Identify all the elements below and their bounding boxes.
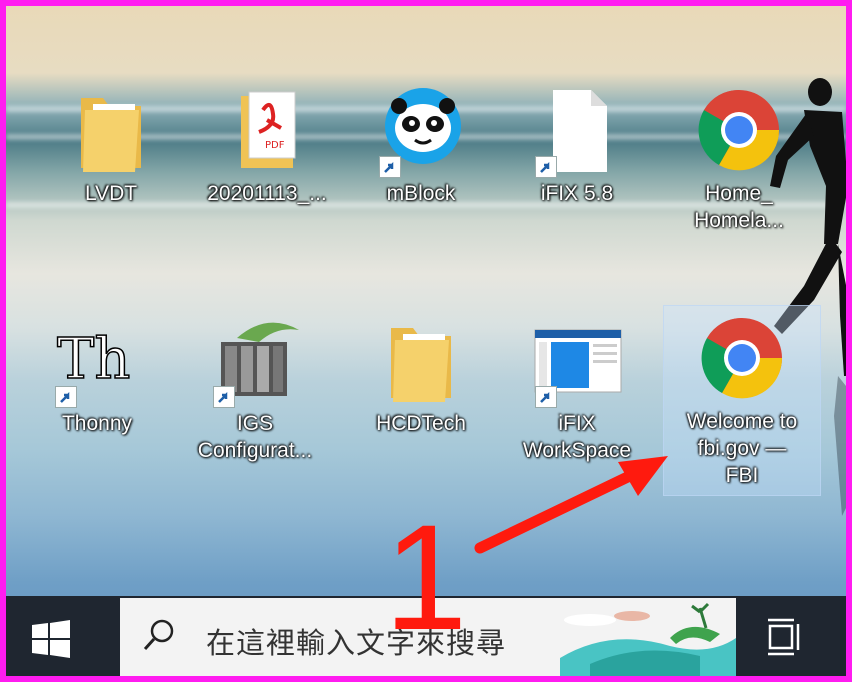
- desktop-icon-label: Home_ Homela...: [694, 182, 784, 232]
- desktop-icon-label: mBlock: [386, 182, 456, 205]
- desktop-icon[interactable]: PDF 20201113_...: [202, 82, 332, 209]
- desktop-icon[interactable]: LVDT: [46, 82, 176, 209]
- chrome-icon: [694, 310, 790, 406]
- mblock-icon: [373, 82, 469, 178]
- desktop-icon[interactable]: Welcome to fbi.gov — FBI: [663, 305, 821, 496]
- thonny-icon: Th: [49, 312, 145, 408]
- desktop-icon[interactable]: iFIX WorkSpace: [512, 312, 642, 466]
- svg-text:PDF: PDF: [265, 140, 285, 151]
- desktop-icon[interactable]: Th Thonny: [32, 312, 162, 439]
- chrome-icon: [691, 82, 787, 178]
- desktop-icon-label: iFIX WorkSpace: [522, 412, 632, 462]
- desktop-icon[interactable]: Home_ Homela...: [674, 82, 804, 236]
- desktop-icon-label: iFIX 5.8: [540, 182, 614, 205]
- desktop-icon-label: Thonny: [61, 412, 133, 435]
- annotation-number: 1: [384, 493, 468, 661]
- file-icon: [529, 82, 625, 178]
- desktop-icon[interactable]: HCDTech: [356, 312, 486, 439]
- desktop-icon-label: LVDT: [84, 182, 138, 205]
- svg-text:Th: Th: [57, 327, 130, 392]
- desktop-icon-label: HCDTech: [376, 412, 466, 435]
- task-view-icon[interactable]: [768, 618, 802, 656]
- ifix-workspace-icon: [529, 312, 625, 408]
- search-highlight-illustration: [560, 602, 736, 676]
- pdf-file-icon: PDF: [219, 82, 315, 178]
- search-icon: [143, 619, 174, 651]
- igs-app-icon: [207, 312, 303, 408]
- desktop-icon[interactable]: iFIX 5.8: [512, 82, 642, 209]
- shortcut-arrow-icon: [379, 156, 401, 178]
- shortcut-arrow-icon: [535, 156, 557, 178]
- folder-icon: [373, 312, 469, 408]
- desktop-icon-label: IGS Configurat...: [197, 412, 313, 462]
- desktop-icon-label: Welcome to fbi.gov — FBI: [686, 410, 798, 487]
- desktop-icon[interactable]: mBlock: [356, 82, 486, 209]
- windows-start-icon[interactable]: [32, 620, 70, 658]
- shortcut-arrow-icon: [55, 386, 77, 408]
- shortcut-arrow-icon: [535, 386, 557, 408]
- desktop-icon-label: 20201113_...: [207, 182, 327, 205]
- folder-icon: [63, 82, 159, 178]
- desktop-icon[interactable]: IGS Configurat...: [190, 312, 320, 466]
- screenshot-frame: LVDT PDF 20201113_... mBlock iFIX 5.8 Home_ H…: [0, 0, 852, 682]
- shortcut-arrow-icon: [213, 386, 235, 408]
